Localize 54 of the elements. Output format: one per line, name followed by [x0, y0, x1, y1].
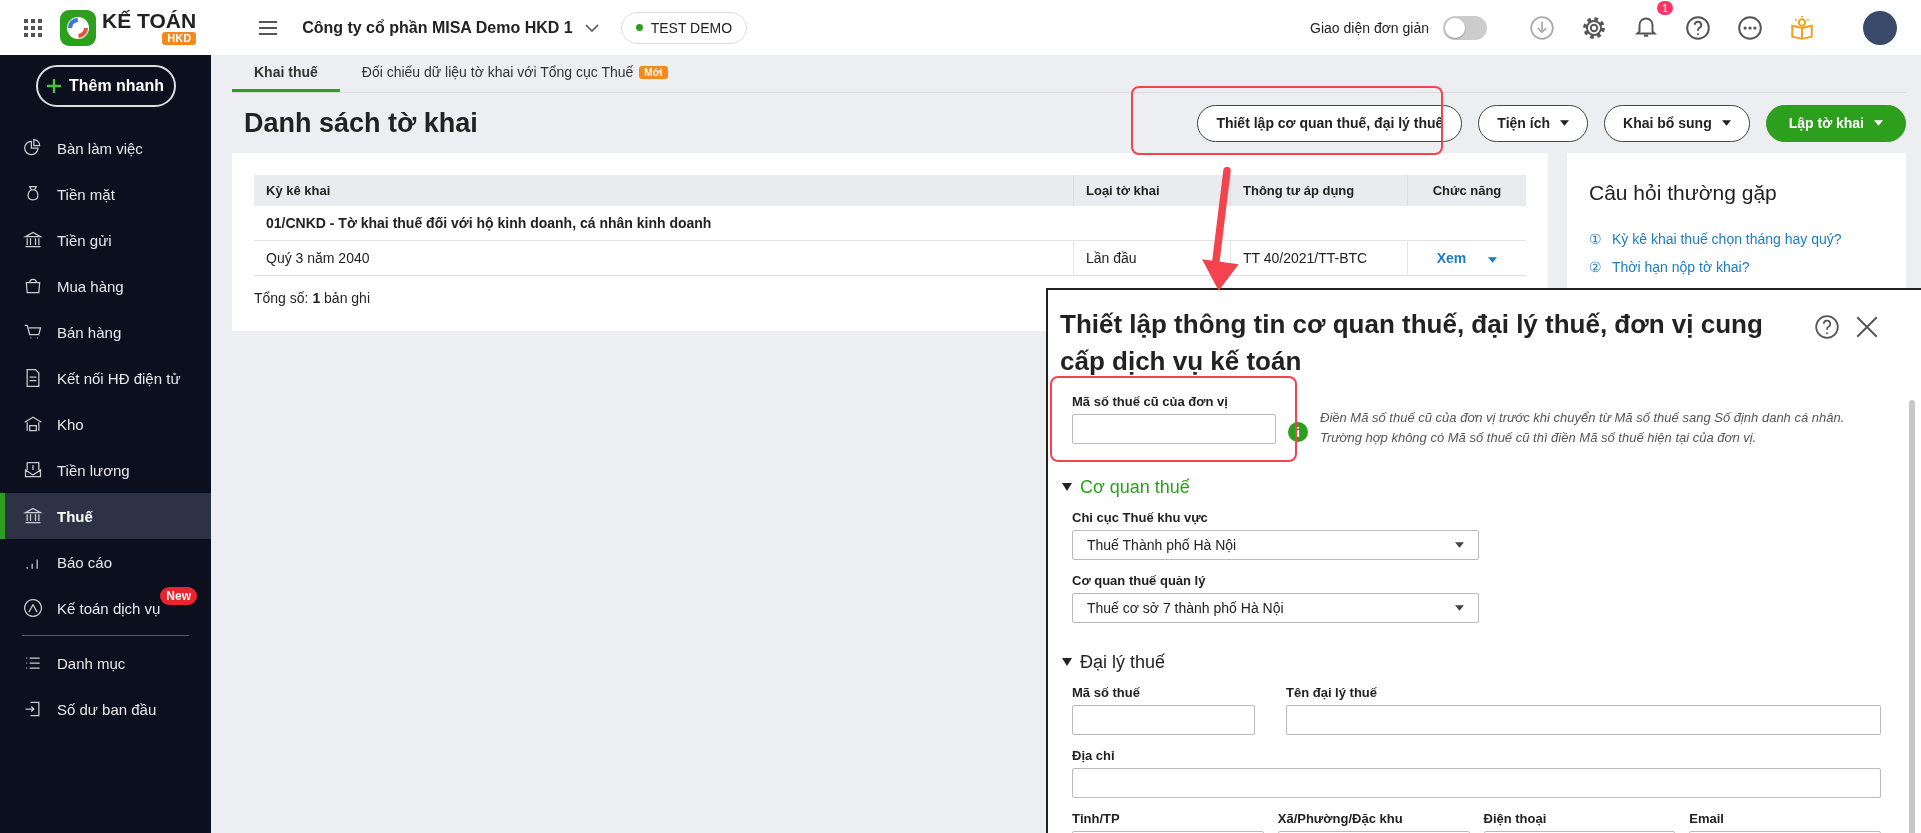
- dropdown-button[interactable]: Khai bổ sung: [1604, 104, 1750, 142]
- new-badge: Mới: [639, 65, 668, 79]
- sidebar-item[interactable]: Bàn làm việc: [0, 125, 211, 171]
- company-selector[interactable]: Công ty cổ phần MISA Demo HKD 1: [302, 18, 573, 37]
- dialog-title: Thiết lập thông tin cơ quan thuế, đại lý thuế, đơn vị cung cấp dịch vụ kế toán: [1060, 308, 1764, 378]
- page-title: Danh sách tờ khai: [244, 107, 479, 139]
- select-field[interactable]: Thuế cơ sở 7 thành phố Hà Nội: [1072, 593, 1479, 623]
- tab[interactable]: Khai thuế: [232, 55, 340, 92]
- column-header: Thông tư áp dụng: [1230, 175, 1408, 206]
- field-label: Tỉnh/TP: [1072, 811, 1121, 827]
- faq-link[interactable]: Thời hạn nộp tờ khai?: [1612, 259, 1750, 275]
- field-label: Địa chỉ: [1072, 748, 1116, 764]
- field-label: Email: [1689, 811, 1725, 827]
- field-label: Chi cục Thuế khu vực: [1072, 510, 1209, 526]
- field-label: Mã số thuế cũ của đơn vị: [1072, 394, 1229, 410]
- faq-title: Câu hỏi thường gặp: [1589, 181, 1778, 205]
- field-label: Xã/Phường/Đặc khu: [1277, 811, 1404, 827]
- sidebar-item[interactable]: Kho: [0, 401, 211, 447]
- sidebar-item[interactable]: Danh mục: [0, 640, 211, 686]
- logo-name: KẾ TOÁN: [102, 10, 197, 31]
- number-marker: ②: [1589, 259, 1602, 275]
- section-header[interactable]: Đại lý thuế: [1062, 651, 1881, 673]
- column-header: Kỳ kê khai: [254, 175, 1074, 206]
- field-label: Cơ quan thuế quản lý: [1072, 573, 1207, 589]
- sidebar-item[interactable]: Bán hàng: [0, 309, 211, 355]
- new-badge: New: [160, 587, 197, 605]
- notification-count: 1: [1657, 0, 1674, 15]
- field-label: Điện thoại: [1483, 811, 1548, 827]
- sidebar-item[interactable]: Báo cáo: [0, 539, 211, 585]
- quick-add-button[interactable]: Thêm nhanh: [35, 65, 176, 107]
- hint-text: Điền Mã số thuế cũ của đơn vị trước khi chuyển từ Mã số thuế sang Số định danh cá nhân. Trường hợp không có Mã số thuế cũ thì điền Mã số thuế hiện tại của đơn vị.: [1320, 409, 1846, 447]
- group-title: 01/CNKD - Tờ khai thuế đối với hộ kinh doanh, cá nhân kinh doanh: [254, 206, 1526, 241]
- table-cell: Quý 3 năm 2040: [254, 240, 1074, 276]
- record-count: Tổng số: 1 bản ghi: [254, 290, 370, 306]
- column-header: Loại tờ khai: [1073, 175, 1231, 206]
- faq-link[interactable]: Kỳ kê khai thuế chọn tháng hay quý?: [1612, 231, 1842, 247]
- sidebar-item[interactable]: Thuế: [0, 493, 211, 539]
- column-header: Chức năng: [1407, 175, 1526, 206]
- dropdown-button[interactable]: Tiện ích: [1478, 104, 1588, 142]
- sidebar-item[interactable]: Kế toán dịch vụ New: [0, 585, 211, 631]
- number-marker: ①: [1589, 231, 1602, 247]
- sidebar-item[interactable]: Tiền lương: [0, 447, 211, 493]
- field-label: Mã số thuế: [1072, 685, 1141, 701]
- select-field[interactable]: Thuế Thành phố Hà Nội: [1072, 530, 1479, 560]
- sidebar-item[interactable]: Kết nối HĐ điện tử: [0, 355, 211, 401]
- view-link[interactable]: Xem: [1436, 250, 1467, 266]
- sidebar-item[interactable]: Tiền mặt: [0, 171, 211, 217]
- sidebar-item[interactable]: Tiền gửi: [0, 217, 211, 263]
- logo-tag: HKD: [162, 32, 197, 45]
- tab[interactable]: Đối chiếu dữ liệu tờ khai với Tổng cục Thuế Mới: [339, 55, 690, 92]
- sidebar-item[interactable]: Số dư ban đầu: [0, 686, 211, 732]
- simple-mode-label: Giao diện đơn giản: [1310, 19, 1429, 36]
- field-label: Tên đại lý thuế: [1286, 685, 1378, 701]
- sidebar-item[interactable]: Mua hàng: [0, 263, 211, 309]
